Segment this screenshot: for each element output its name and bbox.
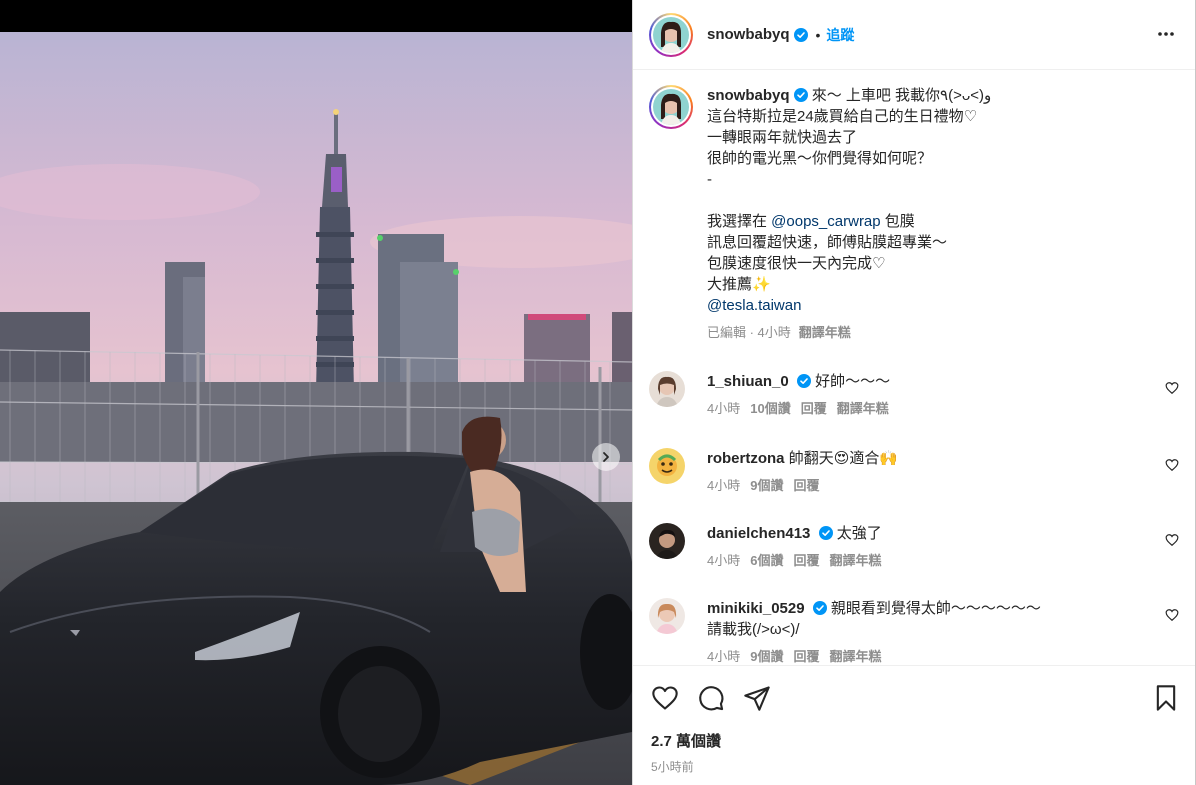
comment-text: 親眼看到覺得太帥～～～～～～	[830, 600, 1041, 617]
comment-likes[interactable]: 9個讚	[750, 478, 783, 493]
comment-meta: 4小時 9個讚 回覆	[707, 475, 1179, 496]
heart-icon[interactable]	[1165, 608, 1179, 622]
caption-author-avatar[interactable]	[649, 85, 693, 129]
caption-text-line: 來～ 上車吧 我載你٩(>ᴗ<)و	[811, 87, 992, 104]
comment-body: danielchen413 太強了 4小時 6個讚 回覆 翻譯年糕	[707, 523, 1179, 571]
post-caption: snowbabyq 來～ 上車吧 我載你٩(>ᴗ<)و 這台特斯拉是24歲買給自…	[633, 71, 1196, 343]
commenter-avatar[interactable]	[649, 371, 685, 407]
next-photo-button[interactable]	[592, 443, 620, 471]
comment-translate-link[interactable]: 翻譯年糕	[837, 401, 889, 416]
post-actions: 2.7 萬個讚 5小時前	[633, 665, 1196, 785]
post-time: 5小時前	[651, 760, 694, 774]
comment-time: 4小時	[707, 401, 741, 416]
commenter-avatar[interactable]	[649, 448, 685, 484]
commenter-avatar[interactable]	[649, 598, 685, 634]
post-header: snowbabyq • 追蹤	[633, 0, 1196, 70]
commenter-avatar-image	[649, 598, 685, 634]
reply-button[interactable]: 回覆	[793, 478, 819, 493]
comment-body: minikiki_0529 親眼看到覺得太帥～～～～～～ 請載我(/>ω<)/ …	[707, 598, 1179, 665]
post-photo[interactable]	[0, 32, 632, 785]
comment-time: 4小時	[707, 649, 741, 664]
reply-button[interactable]: 回覆	[801, 401, 827, 416]
caption-line-1: snowbabyq 來～ 上車吧 我載你٩(>ᴗ<)و	[707, 85, 991, 106]
post-side-panel: snowbabyq • 追蹤 snowbabyq 來～ 上車吧 我載你٩(>ᴗ<…	[632, 0, 1196, 785]
instagram-post-modal: snowbabyq • 追蹤 snowbabyq 來～ 上車吧 我載你٩(>ᴗ<…	[0, 0, 1196, 785]
reply-button[interactable]: 回覆	[793, 553, 819, 568]
caption-line-carwrap: 我選擇在 @oops_carwrap 包膜	[707, 211, 991, 232]
comment-time: 4小時	[707, 478, 741, 493]
comment-likes[interactable]: 9個讚	[750, 649, 783, 664]
comment-translate-link[interactable]: 翻譯年糕	[829, 649, 881, 664]
caption-meta: 已編輯 · 4小時 翻譯年糕	[707, 322, 991, 343]
caption-text-line: 一轉眼兩年就快過去了	[707, 129, 858, 146]
commenter-avatar-image	[649, 448, 685, 484]
comment-meta: 4小時 6個讚 回覆 翻譯年糕	[707, 550, 1179, 571]
caption-time: 已編輯 · 4小時	[707, 325, 791, 340]
caption-text: snowbabyq 來～ 上車吧 我載你٩(>ᴗ<)و 這台特斯拉是24歲買給自…	[707, 85, 991, 343]
verified-badge-icon	[793, 88, 808, 102]
paper-plane-icon[interactable]	[743, 684, 771, 712]
comment-username[interactable]: danielchen413	[707, 525, 810, 542]
caption-username[interactable]: snowbabyq	[707, 87, 790, 104]
mention-carwrap-link[interactable]: @oops_carwrap	[771, 213, 880, 230]
caption-text-line: 包膜速度很快一天內完成♡	[707, 255, 886, 272]
comment-likes[interactable]: 10個讚	[750, 401, 790, 416]
like-count[interactable]: 2.7 萬個讚	[651, 730, 721, 751]
caption-text-line: 我選擇在	[707, 213, 772, 230]
caption-avatar-image	[653, 89, 689, 125]
mention-tesla-link[interactable]: @tesla.taiwan	[707, 295, 991, 316]
comment-item: robertzona 帥翻天😍適合🙌 4小時 9個讚 回覆	[649, 448, 1179, 496]
comment-text-line-2: 請載我(/>ω<)/	[707, 621, 800, 638]
bookmark-icon[interactable]	[1154, 684, 1178, 712]
comment-likes[interactable]: 6個讚	[750, 553, 783, 568]
comment-body: robertzona 帥翻天😍適合🙌 4小時 9個讚 回覆	[707, 448, 1179, 496]
caption-text-line: 包膜	[880, 213, 915, 230]
reply-button[interactable]: 回覆	[793, 649, 819, 664]
verified-badge-icon	[796, 374, 811, 388]
heart-icon[interactable]	[1165, 458, 1179, 472]
comment-username[interactable]: 1_shiuan_0	[707, 373, 789, 390]
caption-text-line: 訊息回覆超快速，師傅貼膜超專業～	[707, 234, 948, 251]
comment-icon[interactable]	[697, 684, 725, 712]
verified-badge-icon	[793, 27, 808, 42]
commenter-avatar-image	[649, 523, 685, 559]
media-top-bar	[0, 0, 632, 32]
verified-badge-icon	[812, 601, 827, 615]
more-horizontal-icon[interactable]	[1156, 24, 1176, 44]
chevron-right-icon	[603, 452, 609, 462]
comment-time: 4小時	[707, 553, 741, 568]
comment-text: 帥翻天😍適合🙌	[788, 450, 899, 467]
heart-icon[interactable]	[1165, 533, 1179, 547]
heart-icon[interactable]	[1165, 381, 1179, 395]
comment-username[interactable]: robertzona	[707, 450, 785, 467]
comment-meta: 4小時 9個讚 回覆 翻譯年糕	[707, 646, 1179, 665]
comment-username[interactable]: minikiki_0529	[707, 600, 805, 617]
post-media-panel	[0, 0, 632, 785]
caption-text-line: 很帥的電光黑～你們覺得如何呢？	[707, 150, 933, 167]
caption-translate-link[interactable]: 翻譯年糕	[799, 325, 851, 340]
commenter-avatar-image	[649, 371, 685, 407]
follow-button[interactable]: 追蹤	[826, 25, 854, 45]
commenter-avatar[interactable]	[649, 523, 685, 559]
comment-item: minikiki_0529 親眼看到覺得太帥～～～～～～ 請載我(/>ω<)/ …	[649, 598, 1179, 665]
author-username[interactable]: snowbabyq	[707, 26, 790, 43]
author-avatar[interactable]	[649, 12, 693, 57]
separator-dot: •	[815, 26, 821, 43]
heart-icon[interactable]	[651, 684, 679, 712]
comments-scroll-area[interactable]: snowbabyq 來～ 上車吧 我載你٩(>ᴗ<)و 這台特斯拉是24歲買給自…	[633, 71, 1196, 665]
caption-text-line: -	[707, 171, 712, 188]
verified-badge-icon	[818, 526, 833, 540]
comment-text: 太強了	[836, 525, 882, 542]
comment-item: 1_shiuan_0 好帥～～～ 4小時 10個讚 回覆 翻譯年糕	[649, 371, 1179, 419]
comment-translate-link[interactable]: 翻譯年糕	[829, 553, 881, 568]
comment-body: 1_shiuan_0 好帥～～～ 4小時 10個讚 回覆 翻譯年糕	[707, 371, 1179, 419]
comment-meta: 4小時 10個讚 回覆 翻譯年糕	[707, 398, 1179, 419]
caption-text-line: 大推薦✨	[707, 276, 771, 293]
comment-item: danielchen413 太強了 4小時 6個讚 回覆 翻譯年糕	[649, 523, 1179, 571]
comment-text: 好帥～～～	[815, 373, 891, 390]
car-rooftop-photo	[0, 32, 632, 785]
caption-text-line: 這台特斯拉是24歲買給自己的生日禮物♡	[707, 108, 978, 125]
author-avatar-image	[653, 16, 689, 53]
